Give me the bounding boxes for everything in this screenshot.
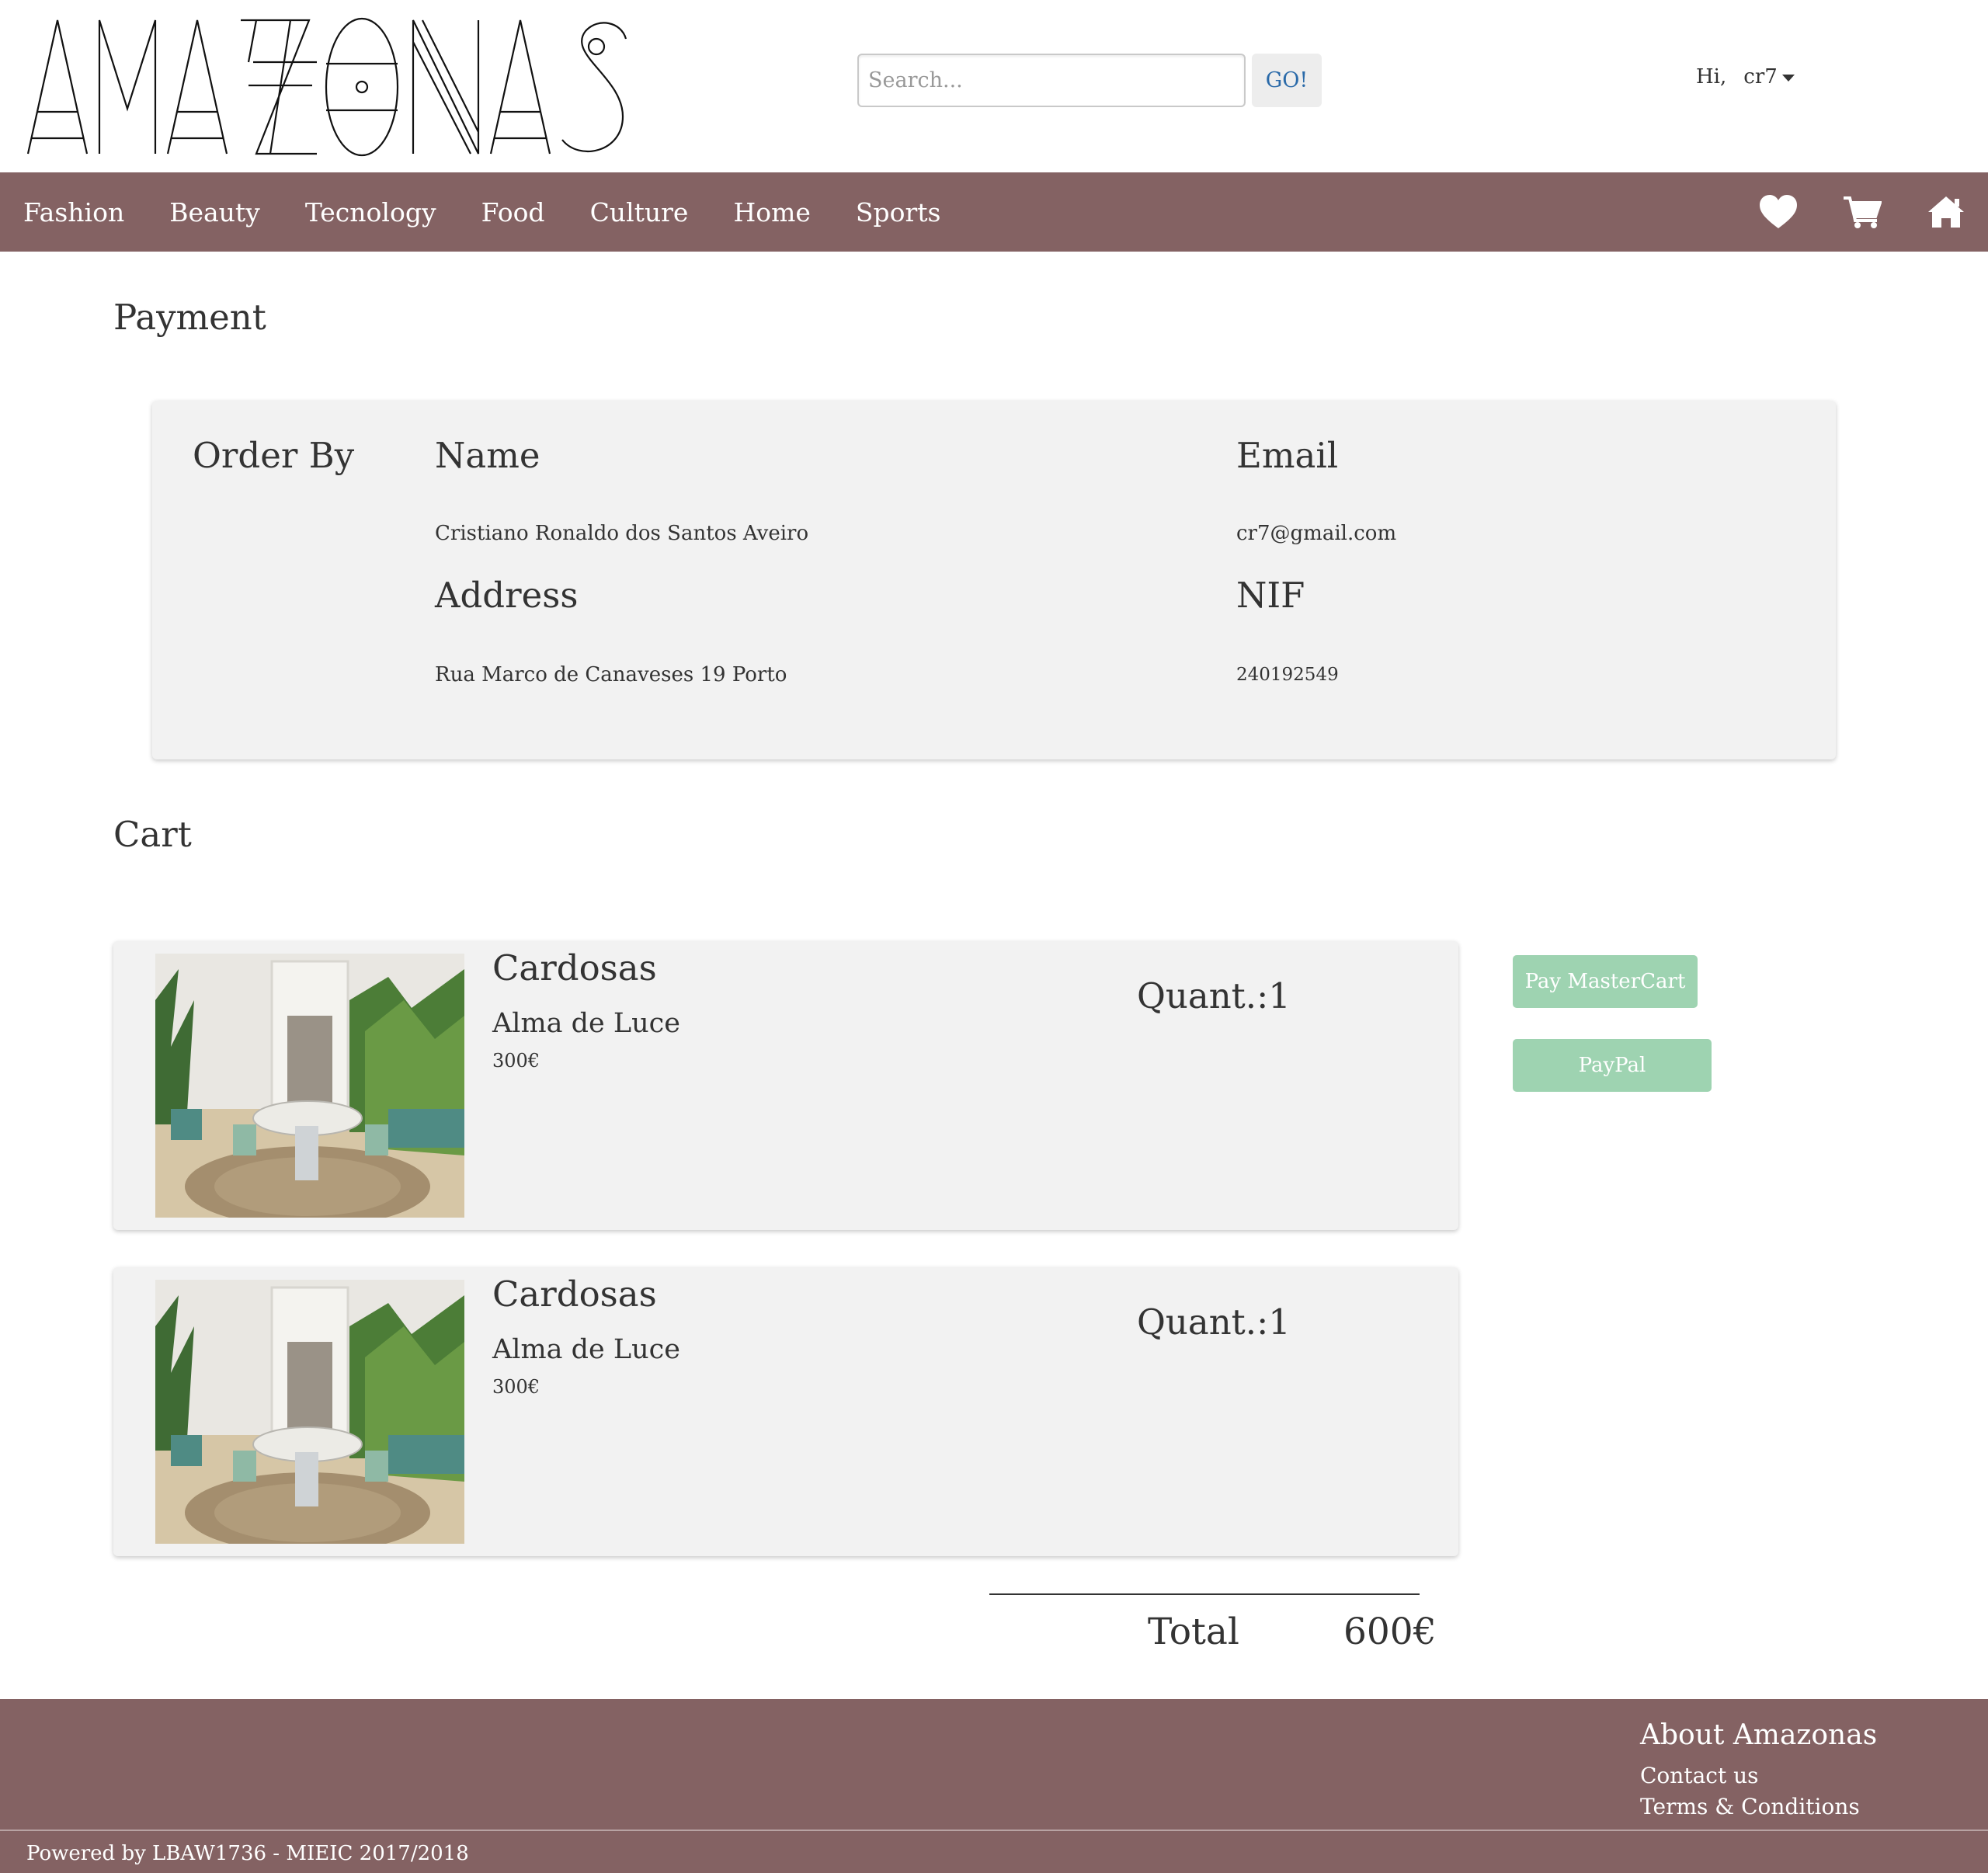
product-quantity: Quant.:1 — [1137, 975, 1291, 1016]
footer-divider — [0, 1830, 1988, 1831]
order-info-card: Order By Name Cristiano Ronaldo dos Sant… — [152, 401, 1836, 759]
paypal-button[interactable]: PayPal — [1513, 1039, 1712, 1092]
total-label: Total — [1148, 1611, 1239, 1653]
total-value: 600€ — [1343, 1611, 1437, 1653]
address-value: Rua Marco de Canaveses 19 Porto — [435, 663, 787, 686]
contact-us-link[interactable]: Contact us — [1640, 1760, 1877, 1791]
category-list: Fashion Beauty Tecnology Food Culture Ho… — [23, 172, 941, 252]
terms-conditions-link[interactable]: Terms & Conditions — [1640, 1791, 1877, 1823]
nav-item-fashion[interactable]: Fashion — [23, 197, 124, 228]
pay-mastercard-button[interactable]: Pay MasterCart — [1513, 955, 1698, 1008]
nav-item-beauty[interactable]: Beauty — [169, 197, 260, 228]
product-name[interactable]: Alma de Luce — [492, 1008, 680, 1039]
amazonas-logo[interactable] — [23, 16, 629, 159]
cart-item: Cardosas Alma de Luce 300€ Quant.:1 — [113, 941, 1458, 1230]
search-go-button[interactable]: GO! — [1252, 54, 1322, 107]
nav-item-culture[interactable]: Culture — [590, 197, 689, 228]
product-price: 300€ — [492, 1050, 540, 1072]
search-input[interactable] — [857, 54, 1246, 107]
username-dropdown[interactable]: cr7 — [1743, 65, 1795, 89]
footer-about-title: About Amazonas — [1640, 1719, 1878, 1751]
wishlist-button[interactable] — [1736, 172, 1820, 252]
cart-icon — [1844, 196, 1882, 228]
product-image[interactable] — [155, 954, 464, 1218]
cart-button[interactable] — [1820, 172, 1904, 252]
order-by-label: Order By — [193, 435, 355, 476]
address-label: Address — [435, 575, 579, 616]
home-icon — [1928, 196, 1964, 228]
caret-down-icon — [1781, 74, 1795, 82]
product-price: 300€ — [492, 1376, 540, 1398]
product-quantity: Quant.:1 — [1137, 1301, 1291, 1343]
site-header: GO! Hi, cr7 — [0, 0, 1988, 172]
nav-item-sports[interactable]: Sports — [856, 197, 941, 228]
user-menu[interactable]: Hi, cr7 — [1696, 65, 1795, 89]
product-name[interactable]: Alma de Luce — [492, 1334, 680, 1365]
footer-about-section: About Amazonas Contact us Terms & Condit… — [1640, 1719, 1877, 1823]
email-label: Email — [1236, 435, 1339, 476]
nif-label: NIF — [1236, 575, 1305, 616]
product-image[interactable] — [155, 1280, 464, 1544]
home-button[interactable] — [1904, 172, 1988, 252]
category-navbar: Fashion Beauty Tecnology Food Culture Ho… — [0, 172, 1988, 252]
payment-title: Payment — [113, 297, 266, 338]
name-label: Name — [435, 435, 540, 476]
nav-item-tecnology[interactable]: Tecnology — [305, 197, 436, 228]
cart-item: Cardosas Alma de Luce 300€ Quant.:1 — [113, 1267, 1458, 1556]
product-brand: Cardosas — [492, 947, 657, 989]
nav-item-home[interactable]: Home — [733, 197, 810, 228]
nav-icon-group — [1736, 172, 1988, 252]
search-bar: GO! — [857, 54, 1322, 107]
cart-title: Cart — [113, 814, 192, 855]
username: cr7 — [1743, 65, 1778, 89]
nif-value: 240192549 — [1236, 665, 1339, 685]
user-greeting: Hi, — [1696, 65, 1727, 89]
footer-credit: Powered by LBAW1736 - MIEIC 2017/2018 — [26, 1842, 469, 1865]
nav-item-food[interactable]: Food — [481, 197, 545, 228]
site-footer: About Amazonas Contact us Terms & Condit… — [0, 1699, 1988, 1873]
email-value: cr7@gmail.com — [1236, 522, 1397, 545]
heart-icon — [1760, 195, 1797, 228]
total-divider — [989, 1593, 1420, 1595]
product-brand: Cardosas — [492, 1274, 657, 1315]
name-value: Cristiano Ronaldo dos Santos Aveiro — [435, 522, 809, 545]
